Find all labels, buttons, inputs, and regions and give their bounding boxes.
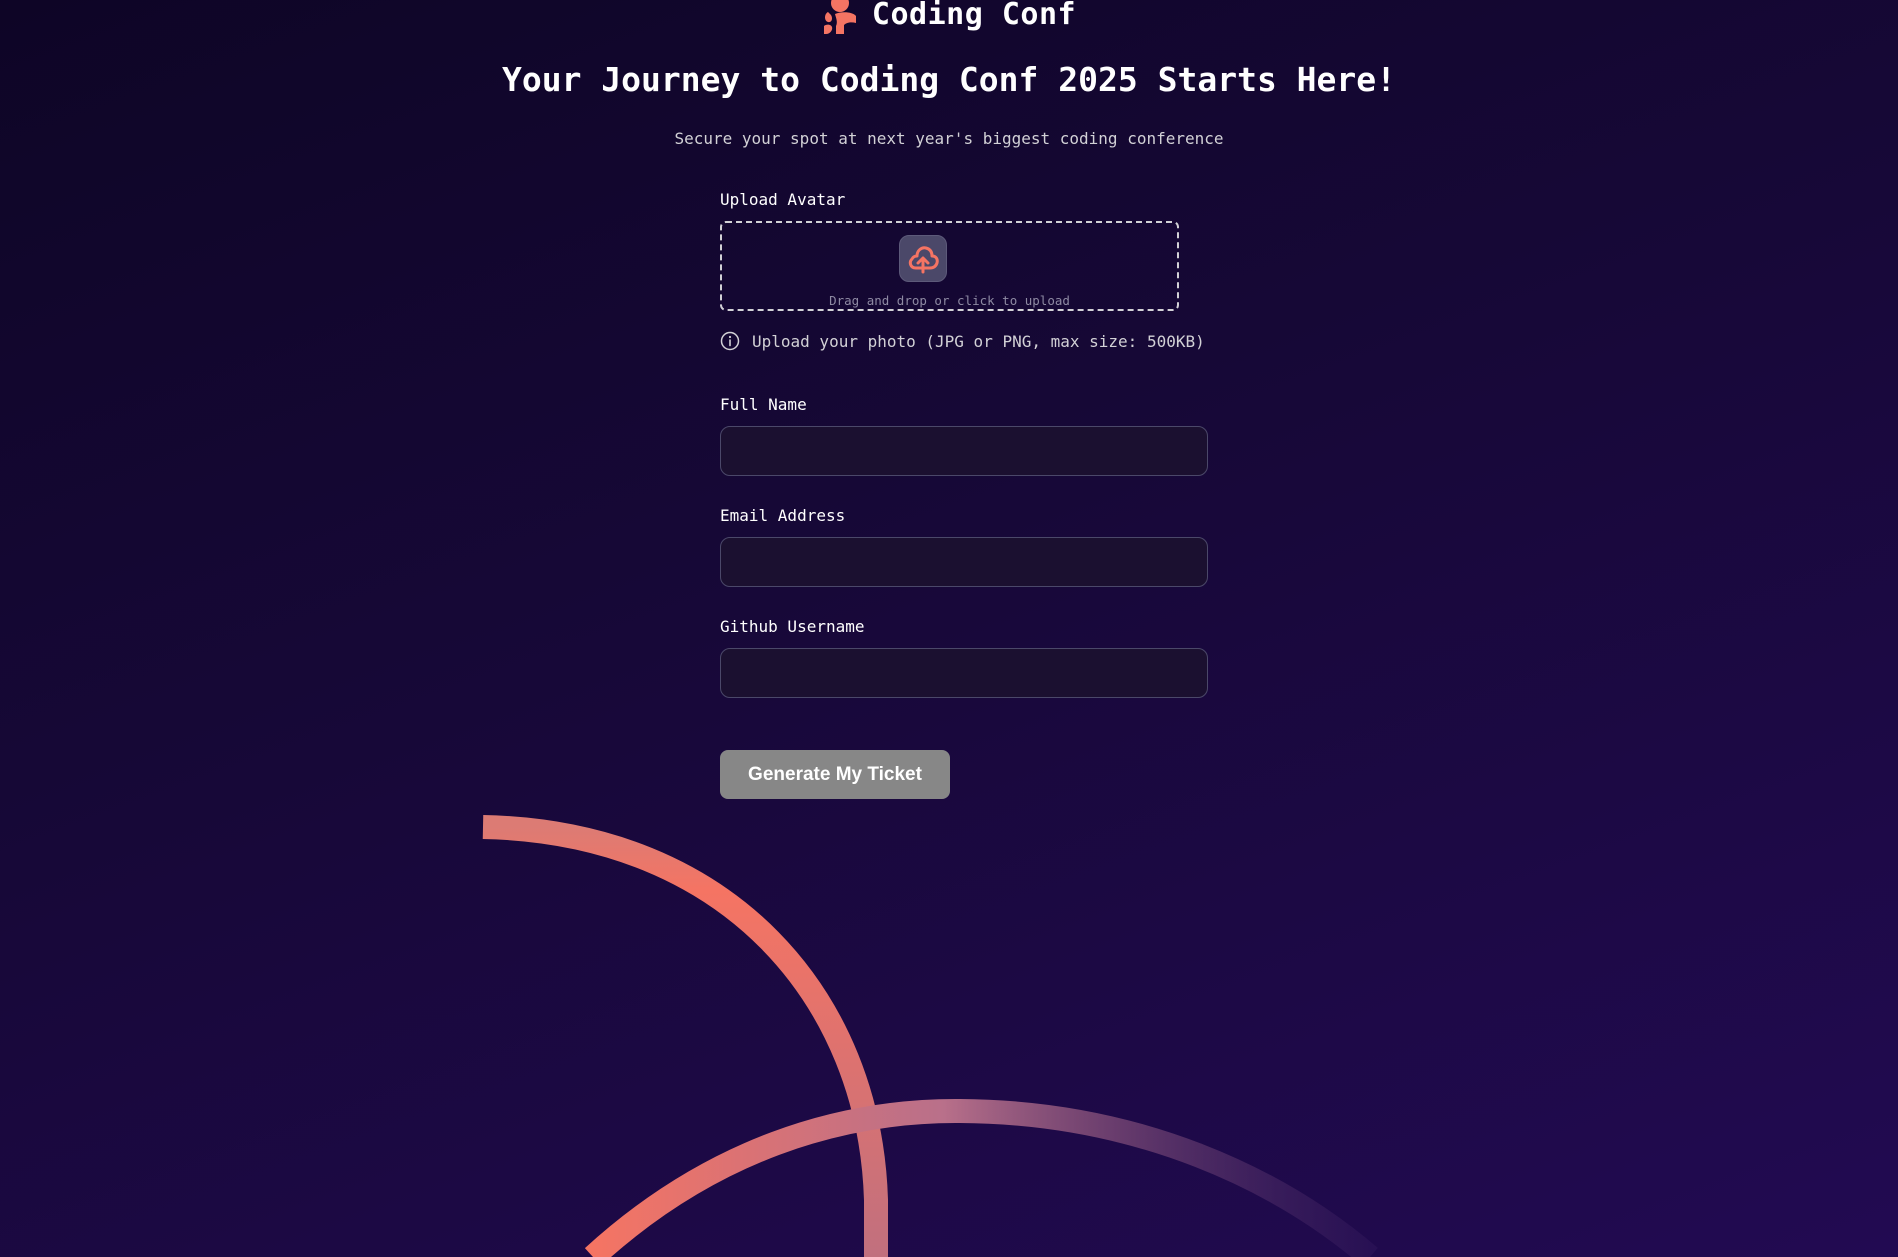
coding-conf-logo-icon	[823, 0, 856, 34]
dropzone-instructions: Drag and drop or click to upload	[829, 293, 1070, 308]
logo[interactable]: Coding Conf	[0, 0, 1898, 34]
avatar-dropzone[interactable]: Drag and drop or click to upload	[720, 221, 1179, 311]
full-name-input[interactable]	[720, 426, 1208, 476]
github-username-label: Github Username	[720, 617, 865, 636]
cloud-upload-icon	[908, 245, 939, 273]
full-name-group: Full Name	[720, 395, 1208, 476]
github-group: Github Username	[720, 617, 1208, 698]
github-username-input[interactable]	[720, 648, 1208, 698]
email-group: Email Address	[720, 506, 1208, 587]
generate-ticket-button[interactable]: Generate My Ticket	[720, 750, 950, 799]
page-subtitle: Secure your spot at next year's biggest …	[674, 129, 1224, 148]
arc-line-bottom	[584, 1098, 1378, 1257]
avatar-hint-text: Upload your photo (JPG or PNG, max size:…	[752, 331, 1205, 351]
email-input[interactable]	[720, 537, 1208, 587]
upload-icon-container	[899, 235, 947, 282]
avatar-label: Upload Avatar	[720, 190, 846, 209]
email-label: Email Address	[720, 506, 846, 525]
page-title: Your Journey to Coding Conf 2025 Starts …	[501, 60, 1397, 99]
info-icon	[720, 331, 740, 351]
avatar-hint: Upload your photo (JPG or PNG, max size:…	[720, 331, 1208, 351]
ticket-form: Upload Avatar Drag and drop or click to …	[720, 190, 1208, 799]
arc-line-left	[482, 815, 888, 1257]
full-name-label: Full Name	[720, 395, 807, 414]
brand-name: Coding Conf	[871, 0, 1077, 32]
